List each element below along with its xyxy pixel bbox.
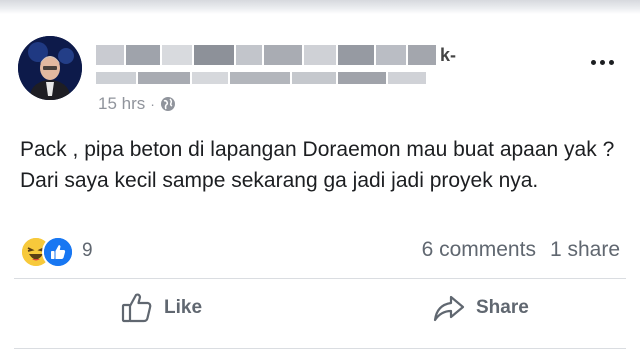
facebook-post: k- 15 hrs · Pack , pipa beton di lapanga… xyxy=(0,14,640,360)
reactions-summary[interactable]: 9 xyxy=(20,236,93,268)
divider xyxy=(14,348,626,349)
redaction-block xyxy=(194,45,234,65)
like-icon xyxy=(42,236,74,268)
reaction-icons xyxy=(20,236,74,268)
timestamp-text: 15 hrs xyxy=(98,94,146,113)
shares-count-link[interactable]: 1 share xyxy=(550,238,620,262)
redaction-block xyxy=(408,45,436,65)
redaction-block xyxy=(96,45,124,65)
redaction-block xyxy=(236,45,262,65)
avatar-image xyxy=(18,36,82,100)
post-timestamp[interactable]: 15 hrs · xyxy=(98,94,176,114)
top-border xyxy=(0,0,640,14)
separator: · xyxy=(150,96,155,112)
globe-icon xyxy=(160,97,175,111)
action-bar: Like Share xyxy=(0,286,640,330)
avatar[interactable] xyxy=(18,36,82,100)
share-button[interactable]: Share xyxy=(432,286,529,330)
engagement-stats: 6 comments 1 share xyxy=(422,238,620,262)
share-arrow-icon xyxy=(433,295,465,322)
comments-count-link[interactable]: 6 comments xyxy=(422,238,536,262)
redaction-block xyxy=(126,45,160,65)
post-text: Pack , pipa beton di lapangan Doraemon m… xyxy=(20,138,615,192)
author-name-suffix: k- xyxy=(440,44,457,65)
share-label: Share xyxy=(476,297,529,318)
reaction-count: 9 xyxy=(82,240,93,261)
like-button[interactable]: Like xyxy=(120,286,202,330)
redaction-block xyxy=(264,45,302,65)
redaction-block xyxy=(162,45,192,65)
redaction-block xyxy=(376,45,406,65)
more-options-icon[interactable] xyxy=(584,52,620,72)
author-name-redacted[interactable]: k- xyxy=(96,40,496,70)
redaction-block xyxy=(304,45,336,65)
redaction-block xyxy=(338,45,374,65)
thumbs-up-icon xyxy=(121,293,152,323)
divider xyxy=(14,278,626,279)
author-subline-redacted xyxy=(96,72,476,88)
like-label: Like xyxy=(164,297,203,318)
